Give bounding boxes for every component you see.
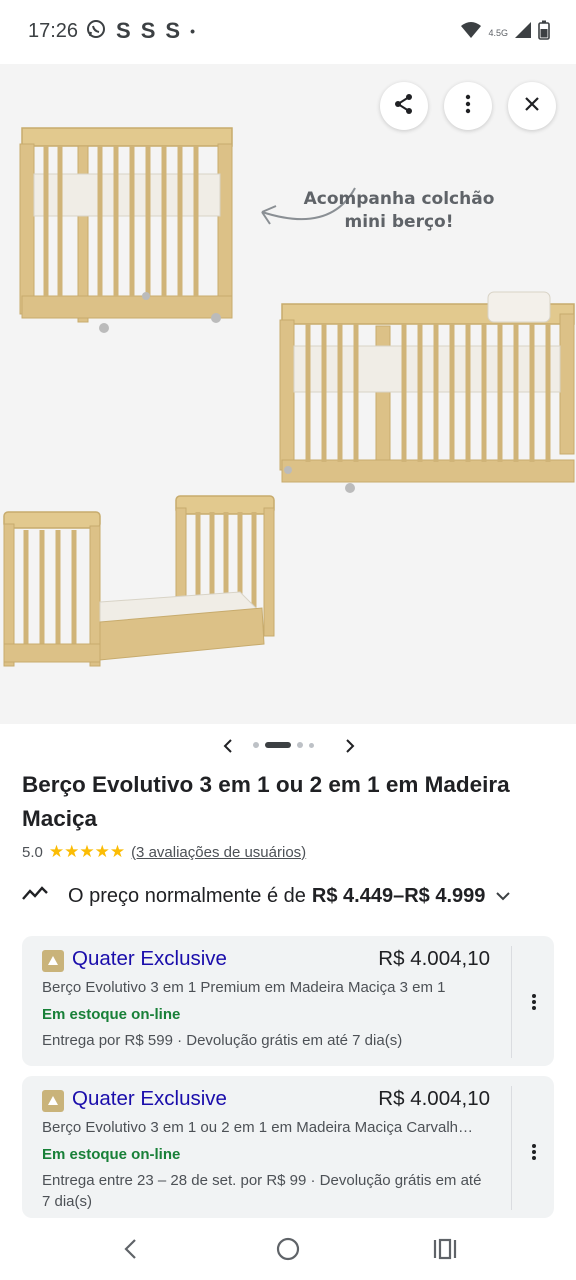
merchant-name[interactable]: Quater Exclusive <box>72 947 227 971</box>
offer-card[interactable]: Quater Exclusive R$ 4.004,10 Berço Evolu… <box>22 1076 554 1218</box>
chevron-down-icon <box>495 885 511 908</box>
carousel-next-button[interactable] <box>340 734 360 758</box>
offer-description: Berço Evolutivo 3 em 1 ou 2 em 1 em Made… <box>42 1119 474 1136</box>
close-button[interactable] <box>508 82 556 130</box>
stock-status: Em estoque on-line <box>42 1006 181 1023</box>
network-label: 4.5G <box>488 27 508 38</box>
card-divider <box>511 946 512 1058</box>
more-vert-icon <box>465 94 471 119</box>
whatsapp-icon <box>86 19 106 44</box>
carousel-dot[interactable] <box>297 742 303 748</box>
offer-more-button[interactable] <box>526 990 542 1014</box>
notification-icons: S S S • <box>86 18 195 44</box>
carousel-dots <box>253 742 314 748</box>
carousel-dot[interactable] <box>253 742 259 748</box>
back-button[interactable] <box>116 1234 146 1264</box>
offer-more-button[interactable] <box>526 1140 542 1164</box>
carousel-dot-active[interactable] <box>265 742 291 748</box>
toddler-bed-illustration <box>3 495 275 667</box>
offer-description: Berço Evolutivo 3 em 1 Premium em Madeir… <box>42 979 446 996</box>
card-divider <box>511 1086 512 1210</box>
share-button[interactable] <box>380 82 428 130</box>
reviews-link[interactable]: (3 avaliações de usuários) <box>131 844 306 861</box>
price-insight-label: O preço normalmente é de <box>68 884 306 907</box>
trend-icon <box>22 884 48 908</box>
star-rating: ★★★★★ <box>48 842 126 861</box>
offer-price: R$ 4.004,10 <box>378 1087 490 1110</box>
delivery-info: Entrega por R$ 599 · Devolução grátis em… <box>42 1032 403 1049</box>
offer-price: R$ 4.004,10 <box>378 947 490 970</box>
image-carousel-controls <box>0 732 576 760</box>
crib-product-image <box>3 127 575 667</box>
system-navigation-bar <box>0 1218 576 1280</box>
merchant-name[interactable]: Quater Exclusive <box>72 1087 227 1111</box>
offer-card[interactable]: Quater Exclusive R$ 4.004,10 Berço Evolu… <box>22 936 554 1066</box>
carousel-prev-button[interactable] <box>218 734 238 758</box>
home-button[interactable] <box>273 1234 303 1264</box>
merchant-logo-icon <box>42 950 64 972</box>
notification-s-icon: S <box>165 18 181 43</box>
signal-icon <box>514 21 532 44</box>
share-icon <box>393 93 415 120</box>
merchant-logo-icon <box>42 1090 64 1112</box>
stock-status: Em estoque on-line <box>42 1146 181 1163</box>
status-bar: 17:26 S S S • 4.5G <box>0 0 576 64</box>
full-crib-illustration <box>279 291 575 493</box>
wifi-icon <box>460 21 482 44</box>
battery-icon <box>538 20 550 45</box>
image-caption: Acompanha colchão mini berço! <box>303 189 495 232</box>
close-icon <box>524 96 540 117</box>
product-image-gallery[interactable]: Acompanha colchão mini berço! <box>0 64 576 724</box>
price-insight-range: R$ 4.449–R$ 4.999 <box>311 884 486 907</box>
status-time: 17:26 <box>28 20 79 42</box>
system-icons: 4.5G <box>460 20 550 45</box>
carousel-dot[interactable] <box>309 742 314 748</box>
more-options-button[interactable] <box>444 82 492 130</box>
mini-crib-illustration <box>19 127 233 333</box>
notification-dot-icon: • <box>190 23 195 39</box>
price-insight[interactable]: O preço normalmente é de R$ 4.449–R$ 4.9… <box>22 880 552 912</box>
rating-row: 5.0 ★★★★★ (3 avaliações de usuários) <box>22 842 306 862</box>
delivery-info: Entrega entre 23 – 28 de set. por R$ 99 … <box>42 1172 482 1210</box>
recents-button[interactable] <box>430 1234 460 1264</box>
notification-s-icon: S <box>140 18 156 43</box>
rating-value: 5.0 <box>22 843 43 861</box>
notification-s-icon: S <box>116 18 131 43</box>
product-title: Berço Evolutivo 3 em 1 ou 2 em 1 em Made… <box>22 772 510 831</box>
